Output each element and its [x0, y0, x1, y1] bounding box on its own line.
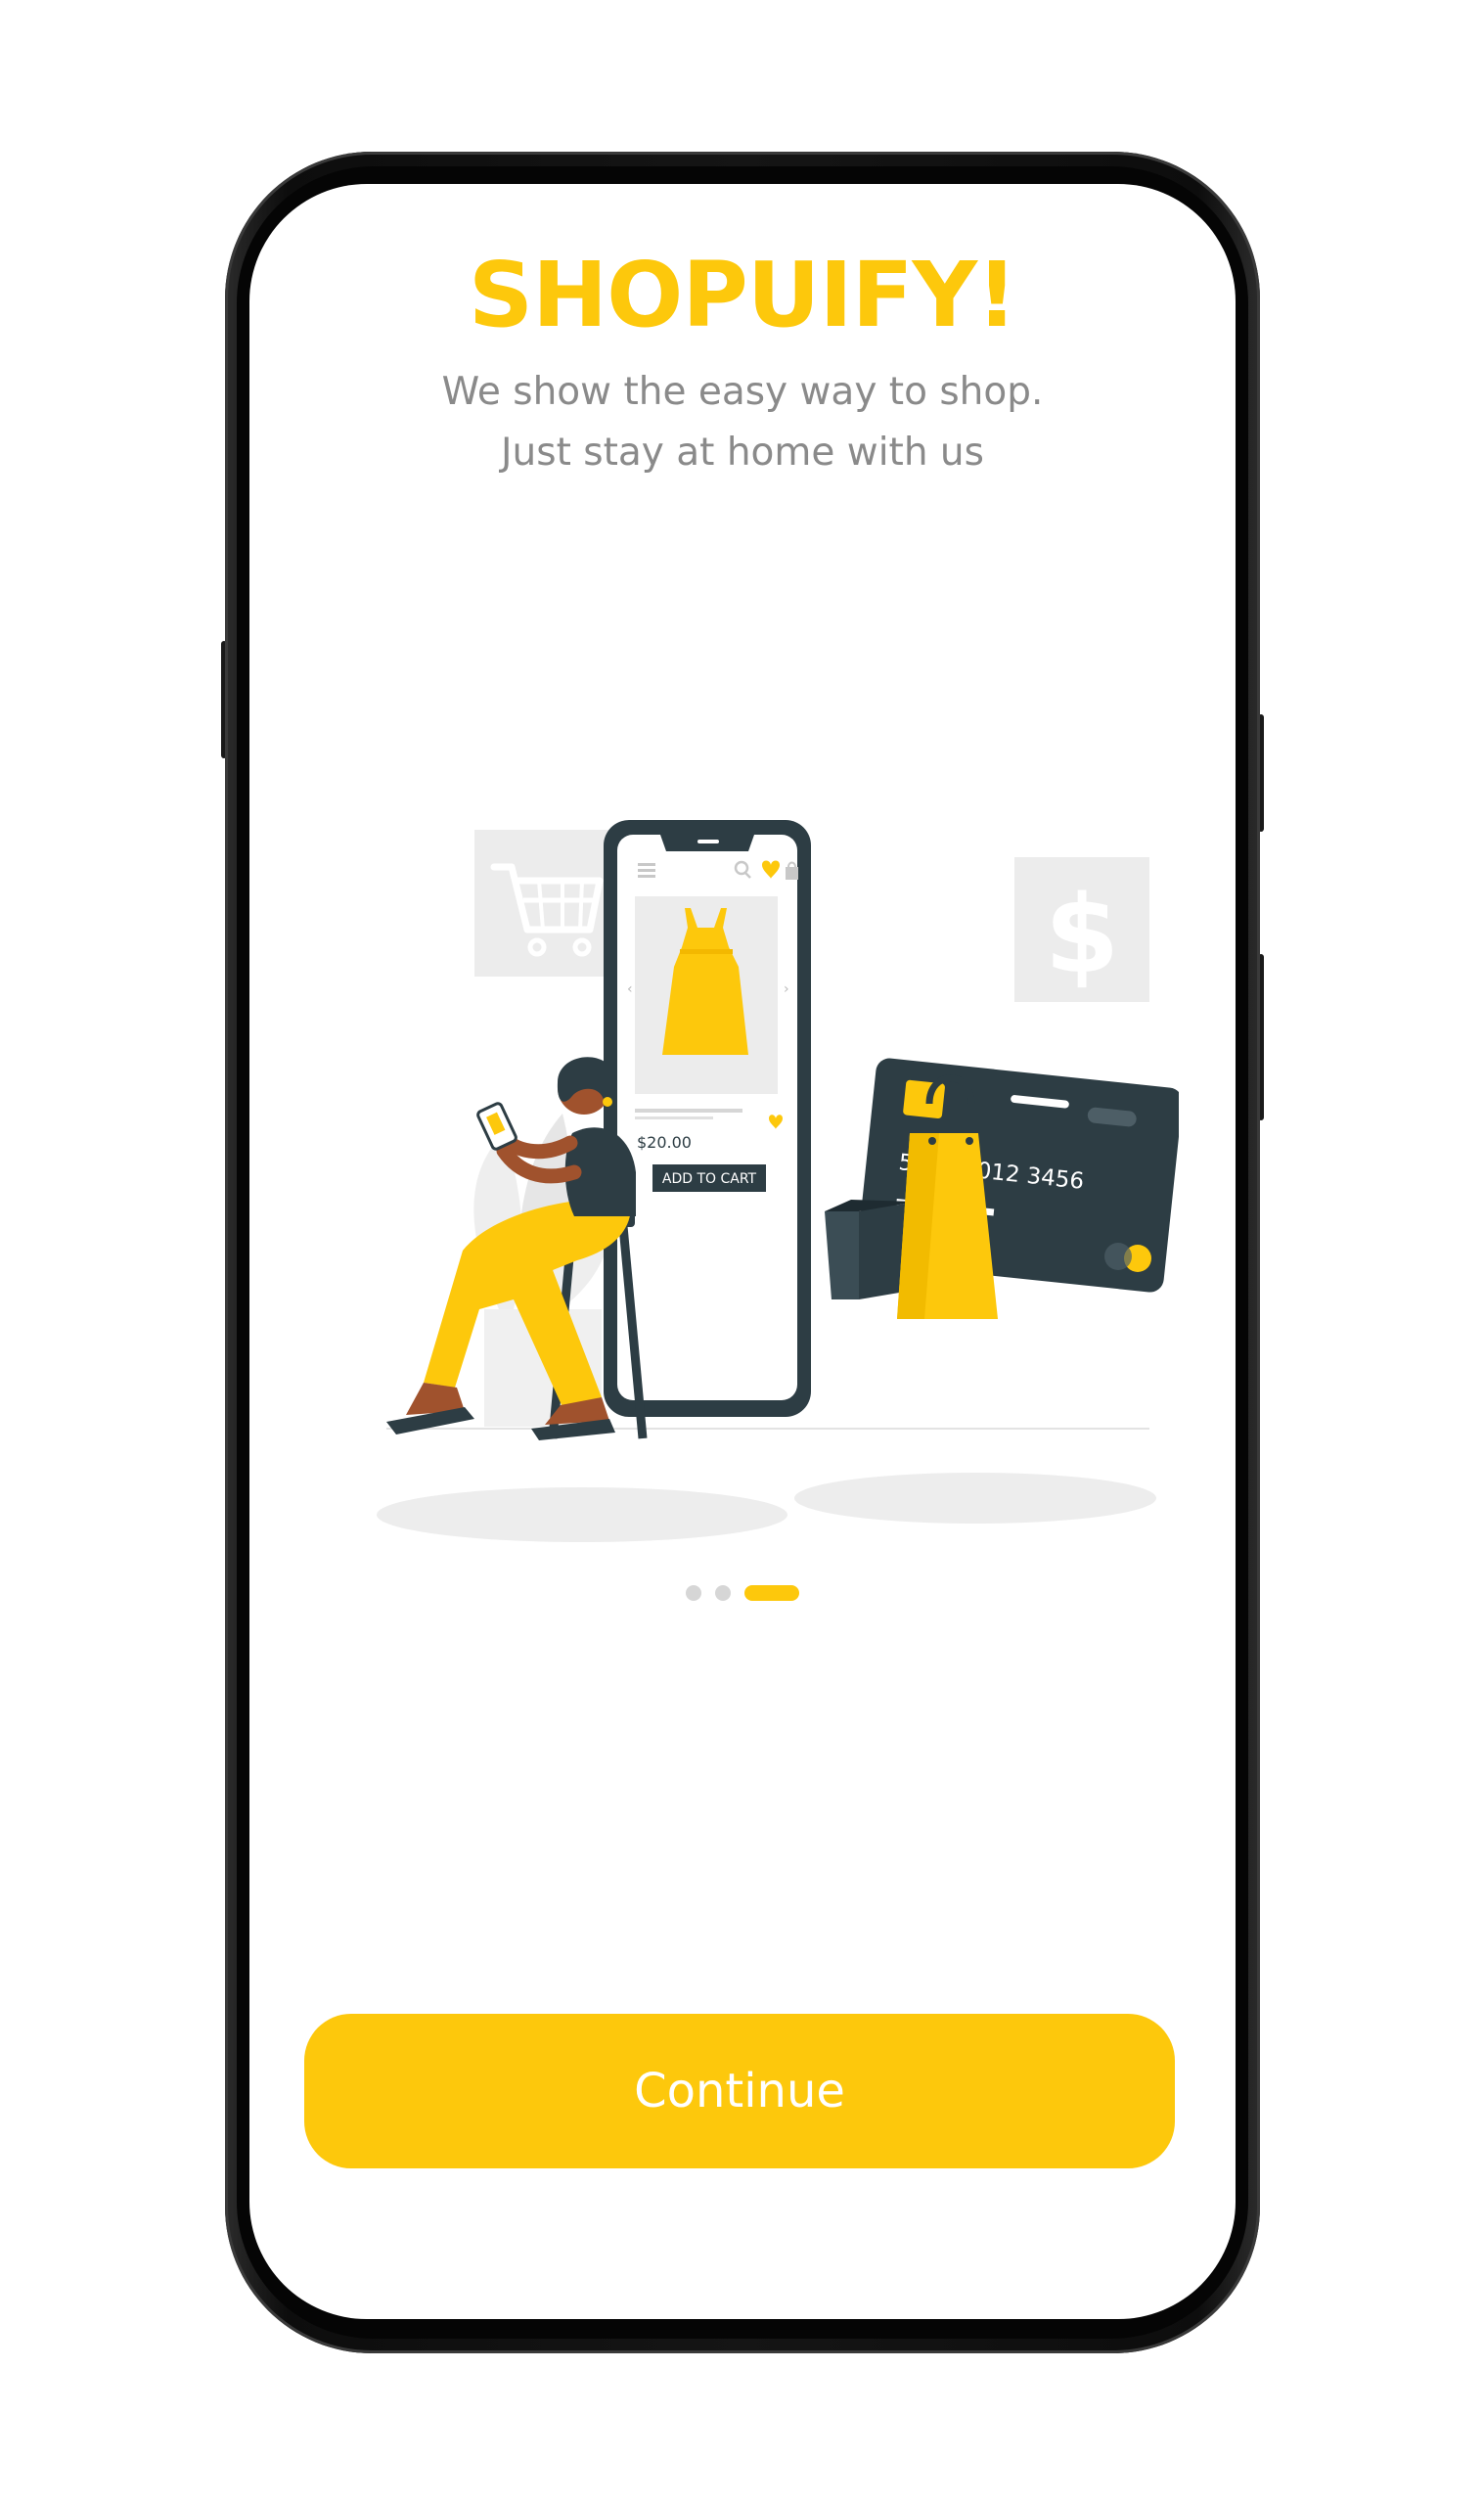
- page-indicator: [249, 1583, 1236, 1603]
- svg-text:›: ›: [784, 981, 789, 997]
- svg-text:$: $: [1045, 872, 1120, 997]
- continue-button-label: Continue: [634, 2064, 845, 2118]
- app-title: SHOPUIFY!: [468, 243, 1017, 347]
- page-dot-3-active[interactable]: [744, 1585, 799, 1601]
- onboarding-screen: SHOPUIFY! We show the easy way to shop. …: [249, 184, 1236, 2319]
- add-to-cart-label: ADD TO CART: [662, 1171, 757, 1187]
- tagline-line-2: Just stay at home with us: [501, 431, 984, 475]
- dollar-icon: $: [1014, 857, 1149, 1002]
- shopping-illustration: $ 5678 9012 3456 ‹ › $20.00 ADD TO CART: [377, 820, 1179, 1542]
- shopping-cart-icon: [474, 830, 611, 977]
- menu-icon: [638, 863, 655, 878]
- continue-button[interactable]: Continue: [304, 2014, 1175, 2168]
- page-dot-1[interactable]: [686, 1585, 701, 1601]
- product-price: $20.00: [637, 1133, 692, 1152]
- tagline-line-1: We show the easy way to shop.: [441, 370, 1044, 414]
- svg-text:‹: ‹: [627, 981, 633, 997]
- page-dot-2[interactable]: [715, 1585, 731, 1601]
- device-frame: SHOPUIFY! We show the easy way to shop. …: [0, 0, 1484, 2505]
